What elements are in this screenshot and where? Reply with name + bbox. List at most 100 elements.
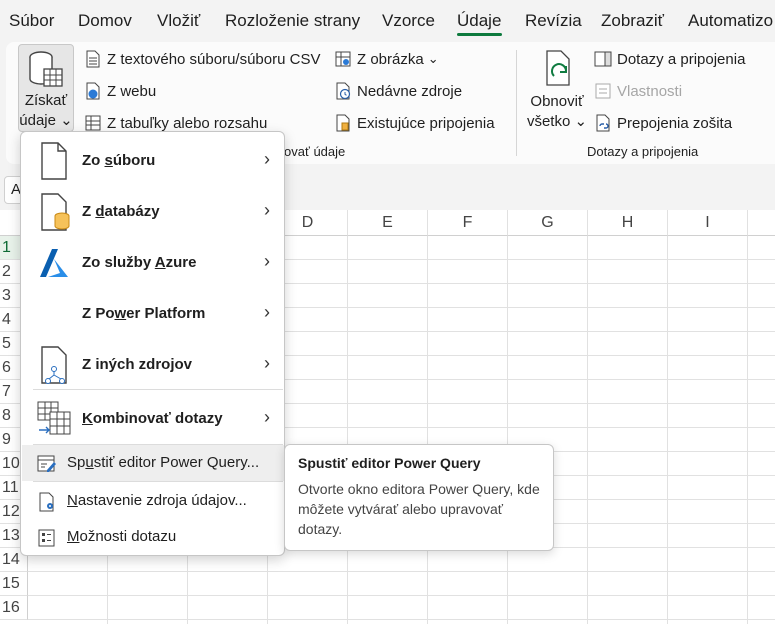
grid-line bbox=[667, 236, 668, 624]
picture-icon bbox=[335, 51, 351, 67]
get-data-dropdown: Zo súboru › Z databázy › Zo služby Azure… bbox=[20, 131, 285, 556]
column-header-h[interactable]: H bbox=[588, 210, 668, 236]
menu-item-from-file[interactable]: Zo súboru › bbox=[22, 136, 284, 186]
existing-connections-icon bbox=[336, 114, 350, 132]
grid-line bbox=[28, 595, 775, 596]
column-header-e[interactable]: E bbox=[348, 210, 428, 236]
menu-item-launch-power-query[interactable]: Spustiť editor Power Query... bbox=[22, 445, 284, 481]
menu-item-from-database[interactable]: Z databázy › bbox=[22, 187, 284, 237]
web-icon bbox=[86, 82, 100, 100]
menu-item-label: Zo služby Azure bbox=[82, 254, 197, 271]
tab-automate[interactable]: Automatizo bbox=[688, 11, 773, 31]
from-picture-label: Z obrázka bbox=[357, 50, 424, 68]
menu-divider bbox=[33, 481, 283, 482]
tab-home[interactable]: Domov bbox=[78, 11, 132, 31]
menu-item-label: Z Power Platform bbox=[82, 305, 206, 322]
from-text-csv-label: Z textového súboru/súboru CSV bbox=[107, 50, 321, 68]
from-picture-button[interactable]: Z obrázka ⌄ bbox=[334, 50, 439, 68]
row-header-16[interactable]: 16 bbox=[0, 596, 28, 620]
recent-sources-button[interactable]: Nedávne zdroje bbox=[334, 82, 462, 100]
file-icon bbox=[41, 142, 67, 180]
existing-connections-button[interactable]: Existujúce pripojenia bbox=[334, 114, 495, 132]
ribbon-separator bbox=[516, 50, 517, 156]
recent-sources-label: Nedávne zdroje bbox=[357, 82, 463, 100]
from-web-button[interactable]: Z webu bbox=[84, 82, 156, 100]
tooltip: Spustiť editor Power Query Otvorte okno … bbox=[284, 444, 554, 551]
from-text-csv-button[interactable]: Z textového súboru/súboru CSV bbox=[84, 50, 320, 68]
chevron-right-icon: › bbox=[264, 200, 270, 220]
menu-item-from-azure[interactable]: Zo služby Azure › bbox=[22, 238, 284, 288]
tab-page-layout[interactable]: Rozloženie strany bbox=[225, 11, 360, 31]
chevron-right-icon: › bbox=[264, 149, 270, 169]
from-table-label: Z tabuľky alebo rozsahu bbox=[107, 114, 268, 132]
edit-links-label: Prepojenia zošita bbox=[617, 114, 733, 132]
chevron-down-icon: ⌄ bbox=[427, 51, 439, 66]
chevron-right-icon: › bbox=[264, 353, 270, 373]
row-header-15[interactable]: 15 bbox=[0, 572, 28, 596]
column-header-g[interactable]: G bbox=[508, 210, 588, 236]
from-web-label: Z webu bbox=[107, 82, 157, 100]
menu-item-combine-queries[interactable]: Kombinovať dotazy › bbox=[22, 392, 284, 444]
menu-item-from-power-platform[interactable]: Z Power Platform › bbox=[22, 289, 284, 339]
tooltip-body: Otvorte okno editora Power Query, kde mô… bbox=[298, 481, 540, 537]
menu-item-label: Možnosti dotazu bbox=[67, 528, 177, 545]
data-source-settings-icon bbox=[39, 492, 54, 512]
chevron-right-icon: › bbox=[264, 302, 270, 322]
grid-line bbox=[28, 619, 775, 620]
refresh-all-label-1: Obnoviť bbox=[530, 93, 584, 110]
grid-line bbox=[507, 236, 508, 624]
get-data-label-1: Získať bbox=[24, 92, 68, 109]
tab-view[interactable]: Zobraziť bbox=[601, 11, 664, 31]
recent-sources-icon bbox=[336, 82, 351, 100]
properties-label: Vlastnosti bbox=[617, 82, 683, 100]
query-options-icon bbox=[38, 529, 55, 547]
workbook-links-icon bbox=[596, 114, 610, 132]
menu-item-label: Kombinovať dotazy bbox=[82, 410, 223, 427]
tab-review[interactable]: Revízia bbox=[525, 11, 582, 31]
get-data-label-2: údaje ⌄ bbox=[19, 112, 73, 129]
tooltip-title: Spustiť editor Power Query bbox=[298, 455, 481, 471]
chevron-right-icon: › bbox=[264, 251, 270, 271]
menu-bar: Súbor Domov Vložiť Rozloženie strany Vzo… bbox=[0, 0, 775, 42]
tab-insert[interactable]: Vložiť bbox=[157, 11, 200, 31]
menu-item-label: Z databázy bbox=[82, 203, 160, 220]
tab-file[interactable]: Súbor bbox=[9, 11, 54, 31]
grid-line bbox=[587, 236, 588, 624]
power-query-editor-icon bbox=[37, 455, 56, 472]
menu-item-label: Zo súboru bbox=[82, 152, 156, 169]
menu-item-label: Nastavenie zdroja údajov... bbox=[67, 492, 247, 509]
queries-pane-icon bbox=[594, 51, 612, 67]
properties-button[interactable]: Vlastnosti bbox=[594, 82, 682, 100]
grid-line bbox=[427, 236, 428, 624]
chevron-right-icon: › bbox=[264, 407, 270, 427]
get-data-icon bbox=[29, 51, 63, 87]
combine-queries-icon bbox=[37, 401, 71, 435]
table-icon bbox=[85, 115, 101, 131]
menu-item-label: Z iných zdrojov bbox=[82, 356, 193, 373]
text-file-icon bbox=[86, 50, 100, 68]
existing-connections-label: Existujúce pripojenia bbox=[357, 114, 495, 132]
grid-line bbox=[347, 236, 348, 624]
column-header-i[interactable]: I bbox=[668, 210, 748, 236]
edit-links-button[interactable]: Prepojenia zošita bbox=[594, 114, 732, 132]
column-header-j[interactable] bbox=[748, 210, 775, 236]
get-data-button[interactable]: Získať údaje ⌄ bbox=[18, 44, 74, 132]
menu-divider bbox=[33, 389, 283, 390]
from-table-button[interactable]: Z tabuľky alebo rozsahu bbox=[84, 114, 267, 132]
grid-line bbox=[747, 236, 748, 624]
menu-item-label: Spustiť editor Power Query... bbox=[67, 454, 260, 471]
queries-connections-button[interactable]: Dotazy a pripojenia bbox=[594, 50, 745, 68]
menu-item-data-source-settings[interactable]: Nastavenie zdroja údajov... bbox=[22, 483, 284, 519]
tab-formulas[interactable]: Vzorce bbox=[382, 11, 435, 31]
menu-item-query-options[interactable]: Možnosti dotazu bbox=[22, 519, 284, 555]
active-tab-indicator bbox=[457, 33, 502, 36]
refresh-icon bbox=[546, 50, 570, 86]
properties-icon bbox=[595, 83, 611, 99]
tab-data[interactable]: Údaje bbox=[457, 11, 501, 31]
other-sources-icon bbox=[41, 346, 67, 384]
chevron-down-icon: ⌄ bbox=[60, 112, 73, 129]
refresh-all-button[interactable]: Obnoviť všetko ⌄ bbox=[526, 48, 588, 136]
menu-item-from-other-sources[interactable]: Z iných zdrojov › bbox=[22, 340, 284, 390]
group-label-queries: Dotazy a pripojenia bbox=[587, 144, 699, 159]
column-header-f[interactable]: F bbox=[428, 210, 508, 236]
